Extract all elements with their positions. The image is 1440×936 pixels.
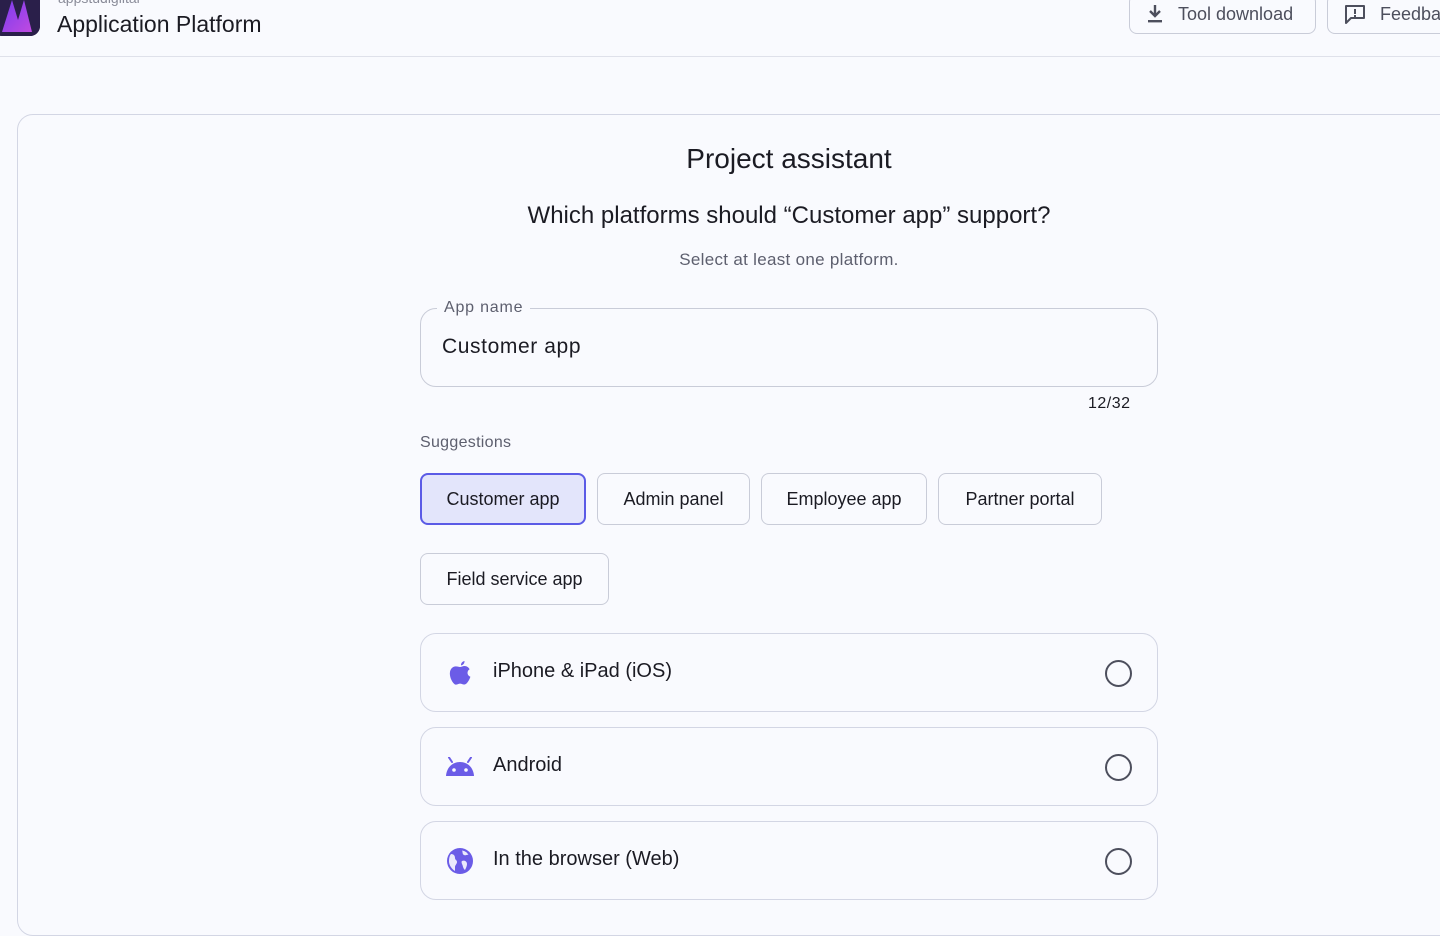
- suggestions-label: Suggestions: [420, 434, 512, 451]
- suggestion-chip-admin-panel[interactable]: Admin panel: [597, 473, 750, 525]
- platform-radio-android[interactable]: [1105, 754, 1132, 781]
- platform-option-web[interactable]: In the browser (Web): [420, 821, 1158, 900]
- tool-download-button[interactable]: Tool download: [1129, 0, 1316, 34]
- suggestion-chip-field-service-app[interactable]: Field service app: [420, 553, 609, 605]
- brand-subtitle: appstudiglital: [58, 0, 140, 6]
- feedback-button[interactable]: Feedback: [1327, 0, 1440, 34]
- tool-download-label: Tool download: [1178, 3, 1294, 24]
- character-counter: 12/32: [1088, 395, 1131, 412]
- platform-option-label: Android: [493, 754, 562, 776]
- app-name-label: App name: [437, 299, 531, 317]
- suggestion-chip-label: Employee app: [786, 488, 902, 509]
- app-name-field[interactable]: App name: [420, 299, 1158, 387]
- platform-option-label: In the browser (Web): [493, 848, 680, 870]
- app-logo[interactable]: [0, 0, 40, 36]
- app-title: Application Platform: [57, 11, 262, 37]
- platform-option-ios[interactable]: iPhone & iPad (iOS): [420, 633, 1158, 712]
- suggestion-chip-customer-app[interactable]: Customer app: [420, 473, 586, 525]
- download-icon: [1146, 4, 1164, 24]
- suggestion-chip-partner-portal[interactable]: Partner portal: [938, 473, 1102, 525]
- top-bar: appstudiglital Application Platform Tool…: [0, 0, 1440, 57]
- app-name-input[interactable]: [442, 329, 1132, 365]
- suggestion-chip-label: Customer app: [446, 488, 560, 509]
- platform-radio-ios[interactable]: [1105, 660, 1132, 687]
- suggestion-chip-label: Admin panel: [623, 488, 724, 509]
- platform-option-android[interactable]: Android: [420, 727, 1158, 806]
- apple-icon: [445, 658, 475, 688]
- wizard-card: [17, 114, 1440, 936]
- feedback-icon: [1344, 4, 1366, 24]
- platform-option-label: iPhone & iPad (iOS): [493, 660, 672, 682]
- android-icon: [445, 752, 475, 782]
- platform-hint: Select at least one platform.: [679, 250, 899, 269]
- platform-question: Which platforms should “Customer app” su…: [527, 202, 1051, 229]
- suggestion-chip-label: Partner portal: [965, 488, 1075, 509]
- platform-radio-web[interactable]: [1105, 848, 1132, 875]
- globe-icon: [445, 846, 475, 876]
- suggestion-chip-employee-app[interactable]: Employee app: [761, 473, 927, 525]
- feedback-label: Feedback: [1380, 3, 1440, 24]
- suggestion-chip-label: Field service app: [446, 568, 583, 589]
- page-title: Project assistant: [686, 143, 892, 174]
